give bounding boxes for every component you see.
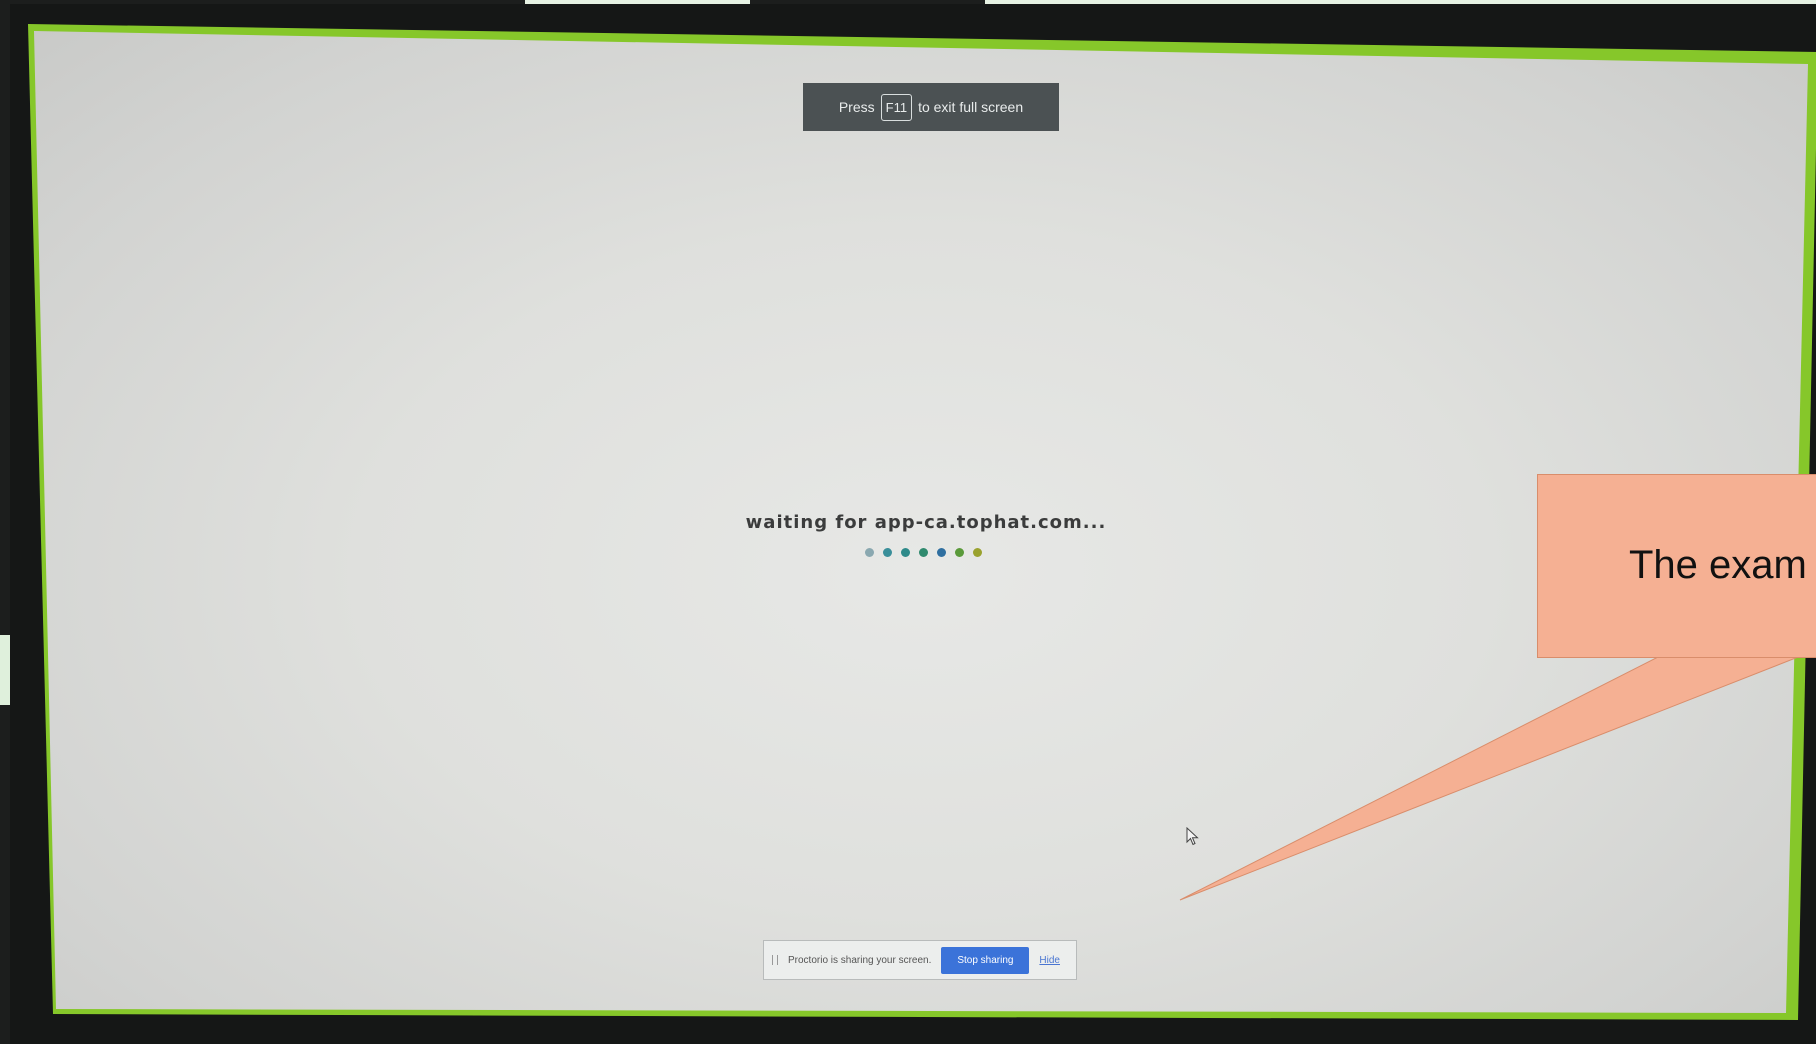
loading-dot: [955, 548, 964, 557]
loading-dot: [901, 548, 910, 557]
callout-text: The exam: [1629, 543, 1807, 587]
share-status-text: Proctorio is sharing your screen.: [788, 954, 932, 966]
loading-dot: [973, 548, 982, 557]
f11-key: F11: [880, 93, 913, 121]
loading-dot: [919, 548, 928, 557]
loading-dot: [883, 548, 892, 557]
fullscreen-banner-suffix: to exit full screen: [918, 99, 1024, 115]
screen-share-bar: Proctorio is sharing your screen. Stop s…: [763, 940, 1077, 980]
drag-handle-icon[interactable]: [772, 955, 778, 965]
hide-link[interactable]: Hide: [1039, 955, 1060, 966]
mouse-cursor-icon: [1186, 827, 1199, 846]
fullscreen-banner-prefix: Press: [838, 99, 875, 115]
stop-sharing-button[interactable]: Stop sharing: [941, 946, 1030, 974]
loading-dot: [865, 548, 874, 557]
fullscreen-exit-banner: Press F11 to exit full screen: [803, 83, 1059, 131]
loading-dot: [937, 548, 946, 557]
loading-dots: [865, 548, 982, 557]
